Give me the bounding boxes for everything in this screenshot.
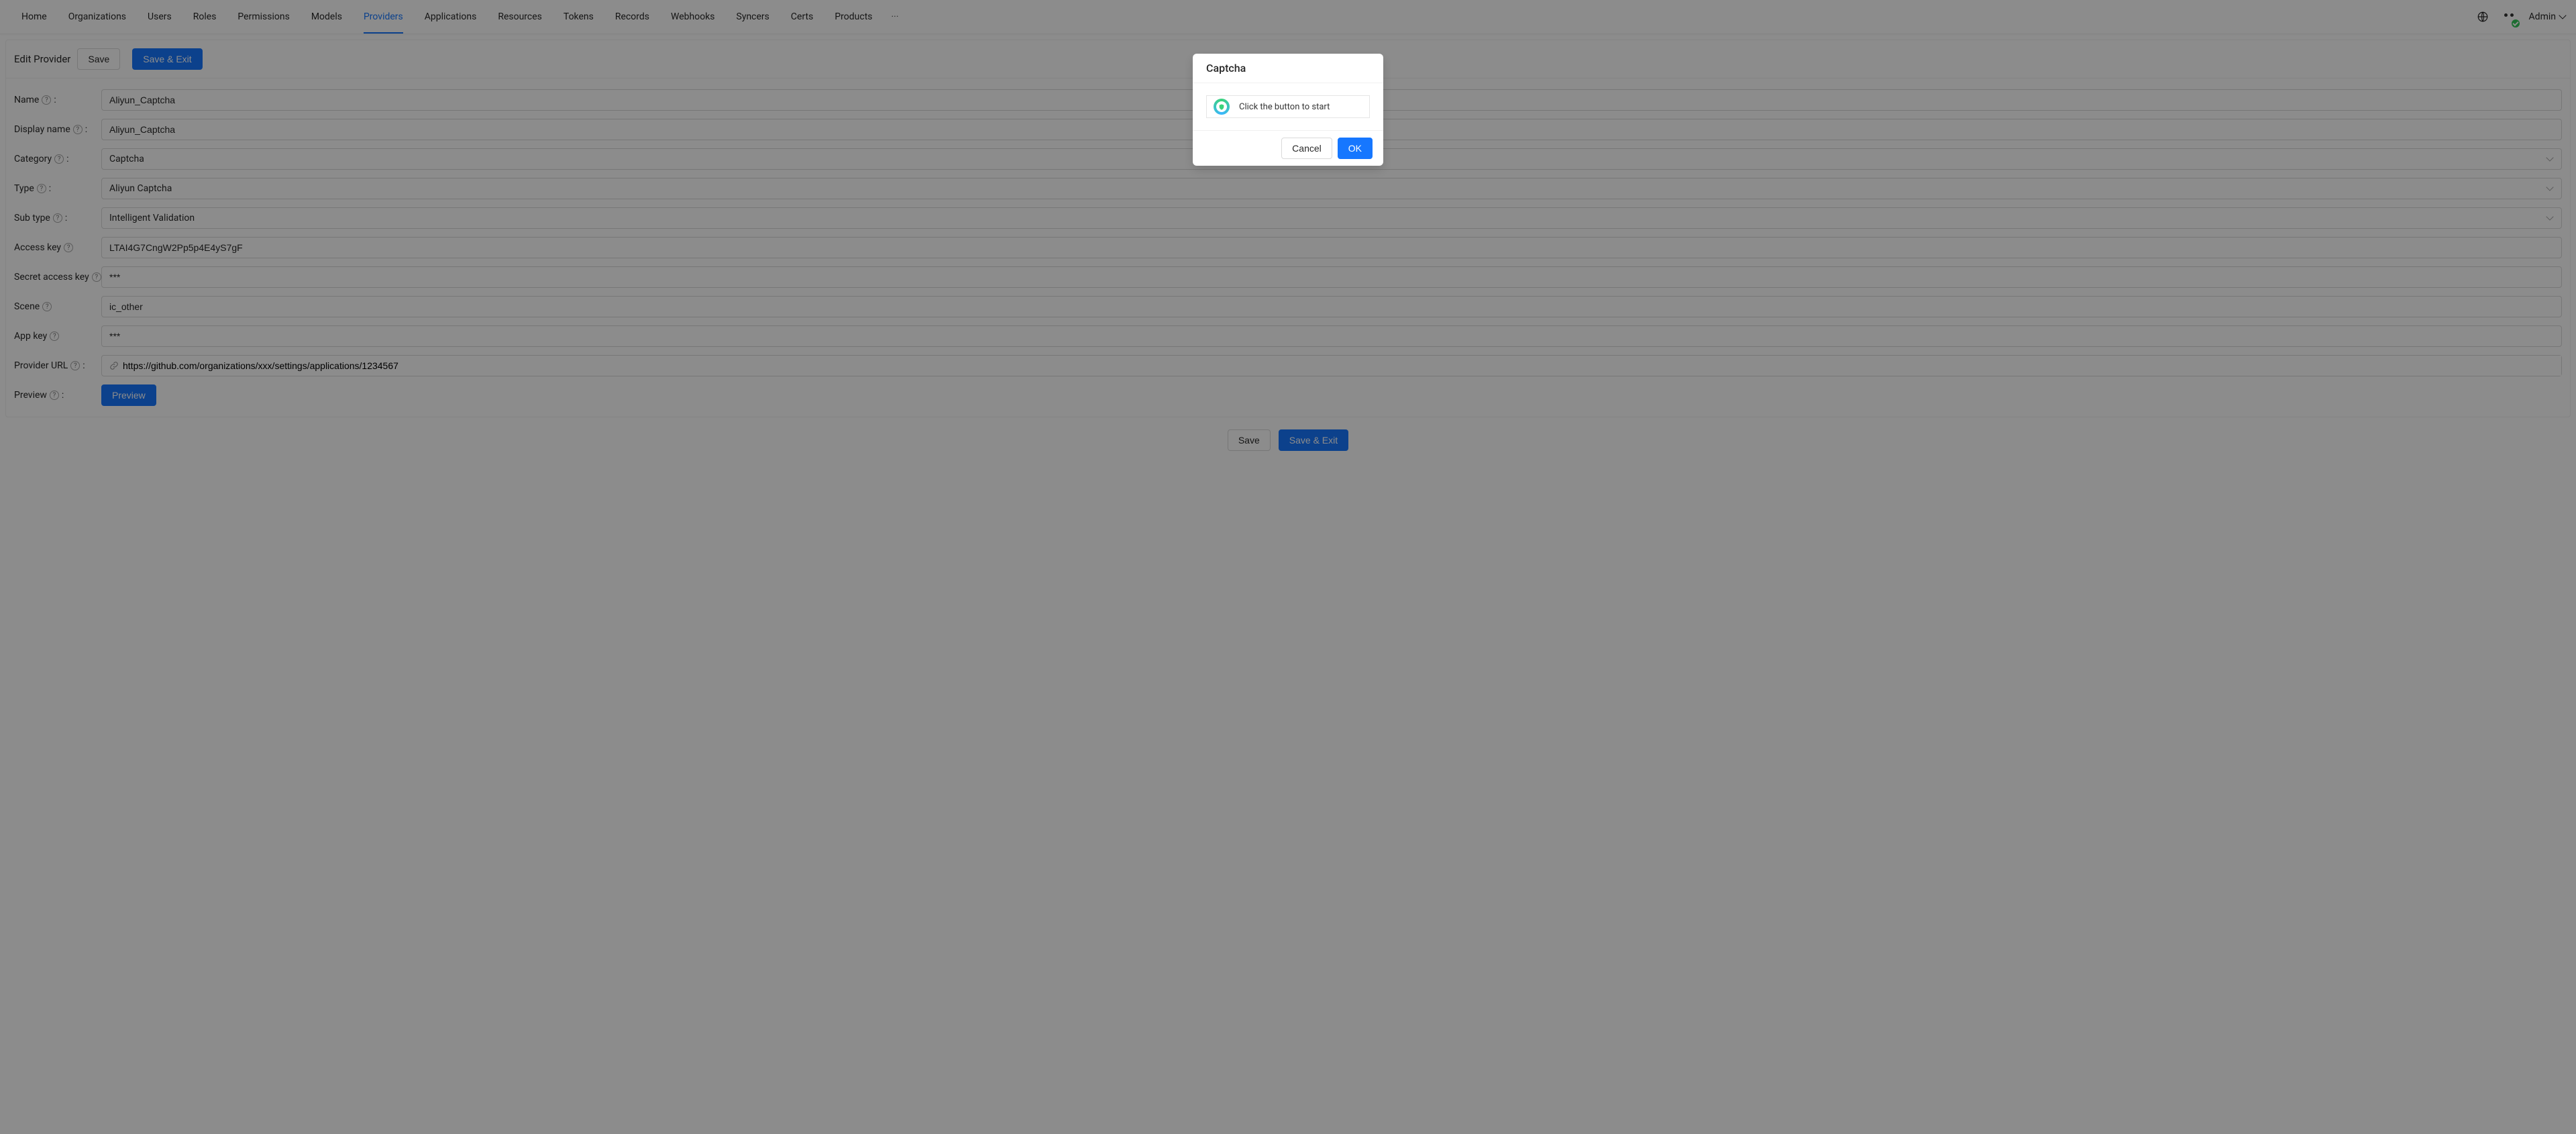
- button-label: Cancel: [1292, 144, 1322, 153]
- captcha-prompt: Click the button to start: [1239, 102, 1330, 112]
- modal-mask[interactable]: Captcha Click the button to start Cancel…: [0, 0, 2576, 1134]
- shield-spinner-icon: [1214, 99, 1230, 115]
- captcha-start-button[interactable]: Click the button to start: [1206, 95, 1370, 118]
- cancel-button[interactable]: Cancel: [1281, 138, 1332, 159]
- modal-footer: Cancel OK: [1193, 130, 1383, 166]
- button-label: OK: [1348, 144, 1362, 153]
- captcha-modal: Captcha Click the button to start Cancel…: [1193, 54, 1383, 166]
- ok-button[interactable]: OK: [1338, 138, 1373, 159]
- modal-title: Captcha: [1193, 54, 1383, 83]
- modal-body: Click the button to start: [1193, 83, 1383, 130]
